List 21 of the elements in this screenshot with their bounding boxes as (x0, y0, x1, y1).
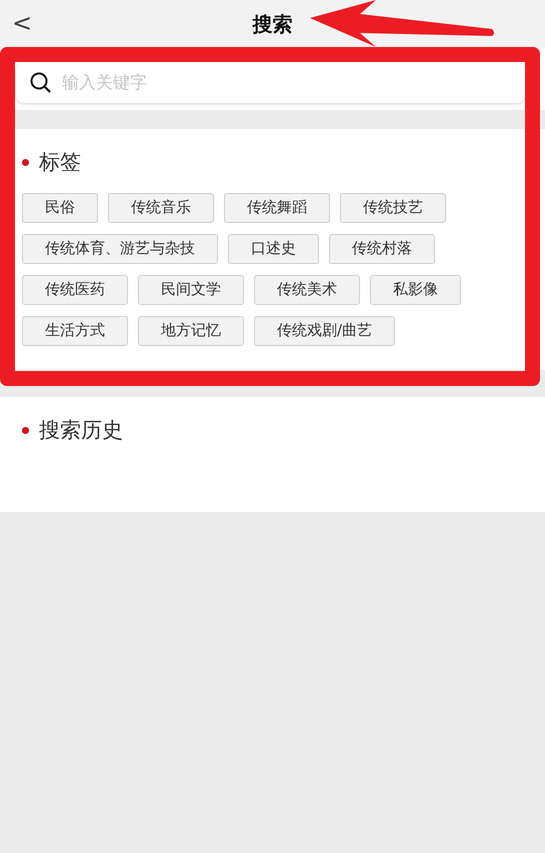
tag-button[interactable]: 地方记忆 (138, 316, 244, 346)
bullet-dot (22, 159, 29, 166)
tag-button[interactable]: 口述史 (228, 234, 319, 264)
tag-button[interactable]: 传统技艺 (340, 192, 446, 222)
tag-button[interactable]: 私影像 (370, 274, 461, 304)
tag-button[interactable]: 传统戏剧/曲艺 (254, 316, 396, 346)
section-title: 标签 (39, 149, 81, 176)
back-button[interactable]: < (8, 8, 36, 38)
page-title: 搜索 (252, 12, 292, 36)
search-field[interactable]: 输入关键字 (16, 63, 525, 103)
tag-button[interactable]: 传统美术 (254, 274, 360, 304)
tag-button[interactable]: 传统医药 (22, 274, 128, 304)
tag-button[interactable]: 传统音乐 (108, 192, 214, 222)
tag-button[interactable]: 民间文学 (138, 274, 244, 304)
tag-button[interactable]: 民俗 (22, 192, 98, 222)
section-title: 搜索历史 (39, 416, 123, 444)
tag-button[interactable]: 传统村落 (329, 234, 435, 264)
tag-button[interactable]: 生活方式 (22, 316, 128, 346)
bullet-dot (22, 426, 29, 434)
tag-button[interactable]: 传统舞蹈 (224, 192, 330, 222)
tag-button[interactable]: 传统体育、游艺与杂技 (22, 234, 218, 264)
